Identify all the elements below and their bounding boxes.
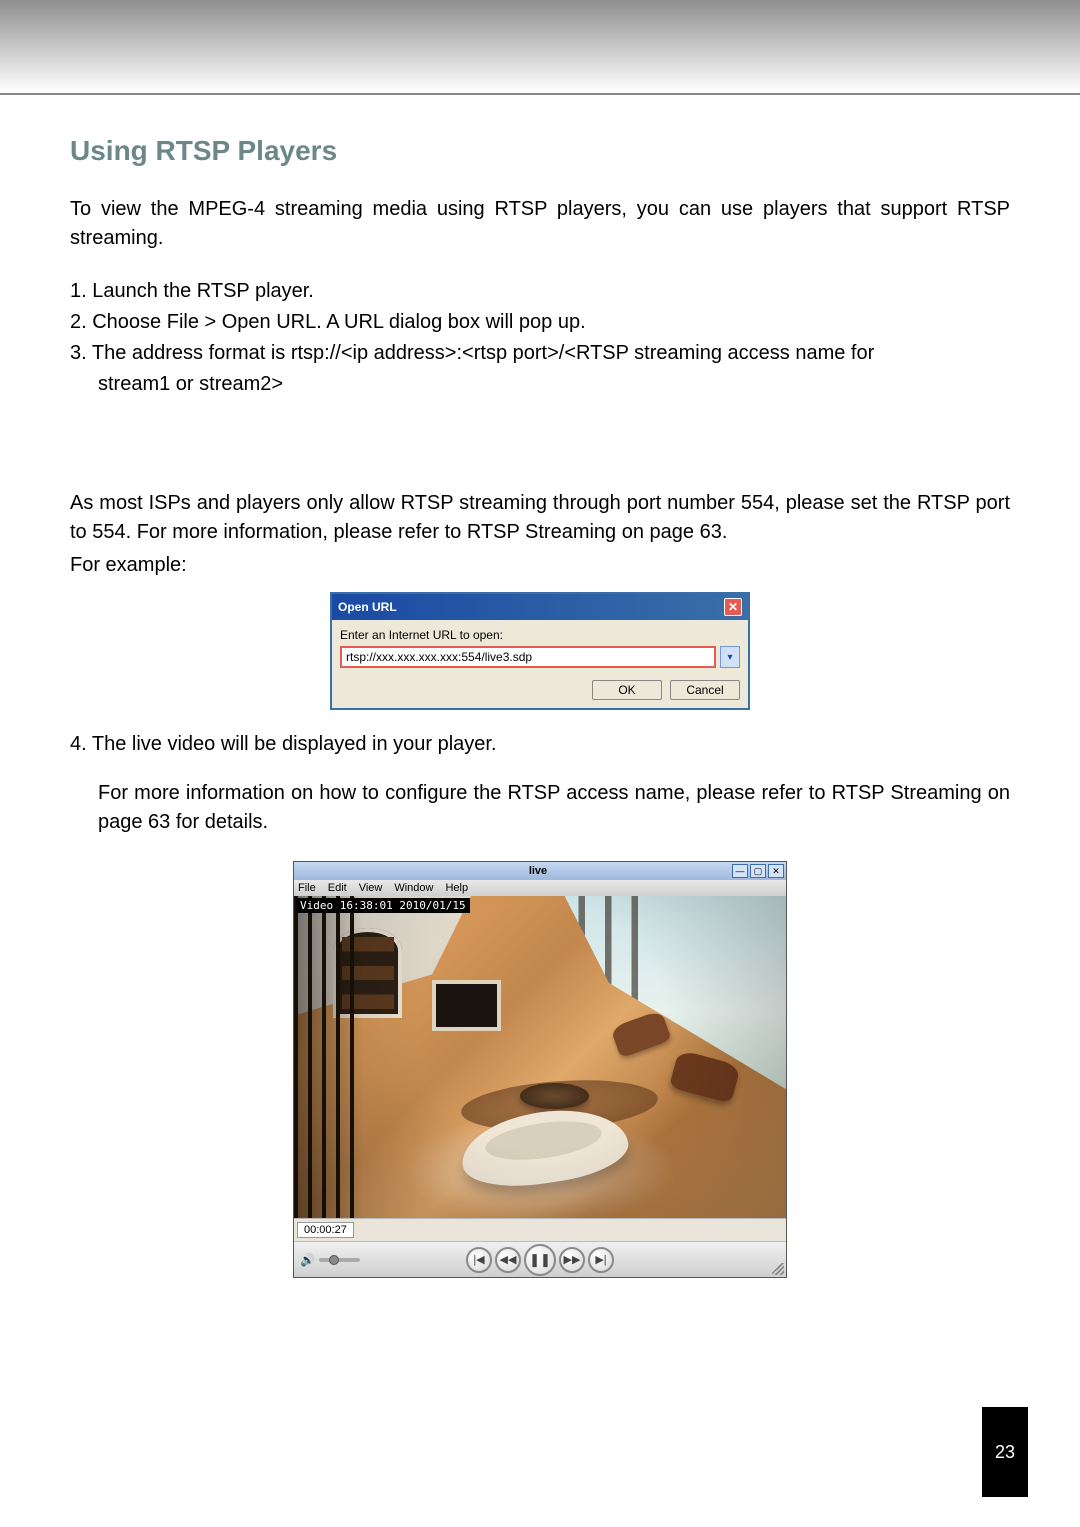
player-controls: 🔊 |◀ ◀◀ ❚❚ ▶▶ ▶| bbox=[294, 1241, 786, 1277]
step-2: 2. Choose File > Open URL. A URL dialog … bbox=[70, 308, 1010, 337]
step-1: 1. Launch the RTSP player. bbox=[70, 277, 1010, 306]
step-4: 4. The live video will be displayed in y… bbox=[70, 730, 1010, 759]
pause-button[interactable]: ❚❚ bbox=[524, 1244, 556, 1276]
step-4-continued: For more information on how to configure… bbox=[70, 779, 1010, 837]
resize-grip-icon[interactable] bbox=[772, 1263, 784, 1275]
window-buttons: — ▢ ✕ bbox=[732, 864, 784, 878]
dialog-input-row: rtsp://xxx.xxx.xxx.xxx:554/live3.sdp ▾ bbox=[340, 646, 740, 668]
volume-control[interactable]: 🔊 bbox=[300, 1253, 360, 1267]
video-vignette bbox=[294, 896, 786, 1218]
header-gradient bbox=[0, 0, 1080, 95]
close-window-icon[interactable]: ✕ bbox=[768, 864, 784, 878]
cancel-button[interactable]: Cancel bbox=[670, 680, 740, 700]
isp-note: As most ISPs and players only allow RTSP… bbox=[70, 489, 1010, 547]
menu-view[interactable]: View bbox=[359, 882, 383, 894]
step-3-line2: stream1 or stream2> bbox=[70, 370, 1010, 399]
dialog-url-label: Enter an Internet URL to open: bbox=[340, 628, 740, 642]
dialog-body: Enter an Internet URL to open: rtsp://xx… bbox=[332, 620, 748, 708]
next-button[interactable]: ▶| bbox=[588, 1247, 614, 1273]
url-input[interactable]: rtsp://xxx.xxx.xxx.xxx:554/live3.sdp bbox=[340, 646, 716, 668]
url-input-suffix: live3.sdp bbox=[485, 650, 532, 664]
close-icon[interactable]: ✕ bbox=[724, 598, 742, 616]
url-input-prefix: rtsp://xxx.xxx.xxx.xxx:554/ bbox=[346, 650, 485, 664]
for-example-label: For example: bbox=[70, 551, 1010, 580]
video-area: Video 16:38:01 2010/01/15 bbox=[294, 896, 786, 1218]
rewind-button[interactable]: ◀◀ bbox=[495, 1247, 521, 1273]
progress-time: 00:00:27 bbox=[297, 1222, 354, 1238]
player-menubar: File Edit View Window Help bbox=[294, 880, 786, 896]
steps-list: 1. Launch the RTSP player. 2. Choose Fil… bbox=[70, 277, 1010, 399]
menu-help[interactable]: Help bbox=[445, 882, 468, 894]
media-player-window: live — ▢ ✕ File Edit View Window Help bbox=[293, 861, 787, 1278]
menu-edit[interactable]: Edit bbox=[328, 882, 347, 894]
player-progress-bar: 00:00:27 bbox=[294, 1218, 786, 1241]
menu-window[interactable]: Window bbox=[394, 882, 433, 894]
playback-buttons: |◀ ◀◀ ❚❚ ▶▶ ▶| bbox=[466, 1244, 614, 1276]
step-3-line1: 3. The address format is rtsp://<ip addr… bbox=[70, 339, 1010, 368]
page-number: 23 bbox=[982, 1407, 1028, 1497]
prev-button[interactable]: |◀ bbox=[466, 1247, 492, 1273]
open-url-dialog: Open URL ✕ Enter an Internet URL to open… bbox=[330, 592, 750, 710]
speaker-icon: 🔊 bbox=[300, 1253, 315, 1267]
player-title: live bbox=[344, 865, 732, 877]
page-content: Using RTSP Players To view the MPEG-4 st… bbox=[0, 95, 1080, 1278]
player-wrap: live — ▢ ✕ File Edit View Window Help bbox=[70, 861, 1010, 1278]
minimize-icon[interactable]: — bbox=[732, 864, 748, 878]
video-timestamp-overlay: Video 16:38:01 2010/01/15 bbox=[296, 898, 470, 913]
volume-slider[interactable] bbox=[319, 1258, 360, 1262]
menu-file[interactable]: File bbox=[298, 882, 316, 894]
open-url-dialog-wrap: Open URL ✕ Enter an Internet URL to open… bbox=[70, 592, 1010, 710]
intro-paragraph: To view the MPEG-4 streaming media using… bbox=[70, 195, 1010, 253]
volume-thumb[interactable] bbox=[329, 1255, 339, 1265]
dialog-buttons: OK Cancel bbox=[340, 680, 740, 700]
ok-button[interactable]: OK bbox=[592, 680, 662, 700]
player-titlebar: live — ▢ ✕ bbox=[294, 862, 786, 880]
dropdown-icon[interactable]: ▾ bbox=[720, 646, 740, 668]
dialog-titlebar: Open URL ✕ bbox=[332, 594, 748, 620]
dialog-title-text: Open URL bbox=[338, 600, 397, 614]
forward-button[interactable]: ▶▶ bbox=[559, 1247, 585, 1273]
section-heading: Using RTSP Players bbox=[70, 135, 1010, 167]
maximize-icon[interactable]: ▢ bbox=[750, 864, 766, 878]
